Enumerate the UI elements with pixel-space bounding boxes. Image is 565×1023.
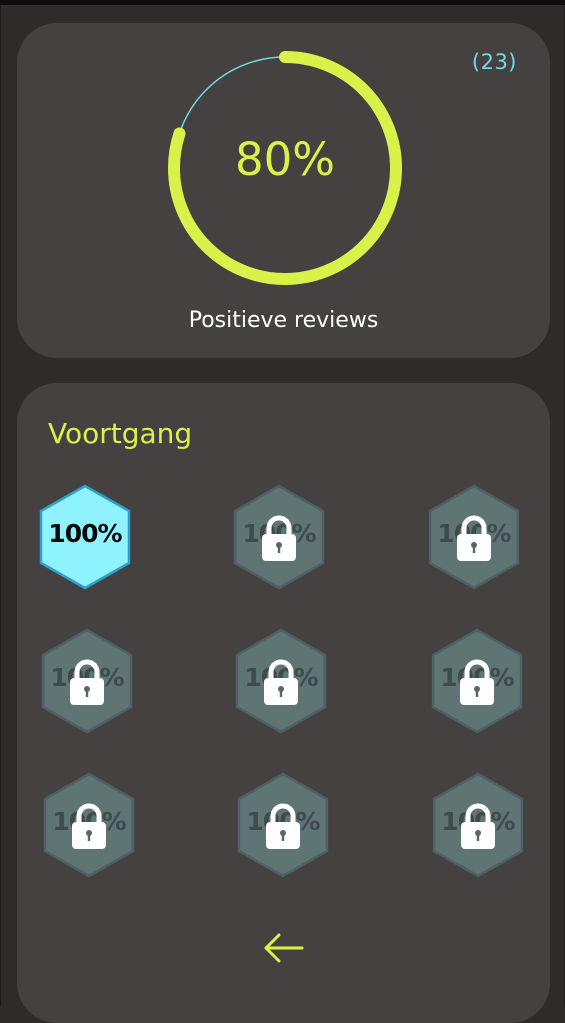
locked-badge[interactable]: 100% bbox=[42, 772, 136, 878]
review-count: (23) bbox=[471, 50, 517, 74]
arrow-left-icon bbox=[264, 933, 304, 963]
lock-icon bbox=[259, 514, 299, 562]
locked-badge[interactable]: 100% bbox=[430, 628, 524, 734]
locked-badge[interactable]: 100% bbox=[234, 628, 328, 734]
locked-badge[interactable]: 100% bbox=[232, 484, 326, 590]
positive-percent: 80% bbox=[234, 133, 336, 186]
lock-icon bbox=[458, 802, 498, 850]
lock-icon bbox=[261, 658, 301, 706]
locked-badge[interactable]: 100% bbox=[40, 628, 134, 734]
reviews-card: (23) 80% Positieve reviews bbox=[17, 23, 550, 358]
unlocked-badge[interactable]: 100% bbox=[38, 484, 132, 590]
lock-icon bbox=[67, 658, 107, 706]
positive-reviews-label: Positieve reviews bbox=[188, 308, 379, 333]
progress-title: Voortgang bbox=[48, 417, 193, 450]
locked-badge[interactable]: 100% bbox=[427, 484, 521, 590]
badge-label: 100% bbox=[48, 519, 122, 548]
lock-icon bbox=[454, 514, 494, 562]
back-button[interactable] bbox=[262, 928, 306, 968]
progress-card: Voortgang 100% 100% 100% 100% 100% 100% 100% 10… bbox=[17, 383, 550, 1023]
lock-icon bbox=[457, 658, 497, 706]
locked-badge[interactable]: 100% bbox=[431, 772, 525, 878]
locked-badge[interactable]: 100% bbox=[236, 772, 330, 878]
lock-icon bbox=[69, 802, 109, 850]
lock-icon bbox=[263, 802, 303, 850]
